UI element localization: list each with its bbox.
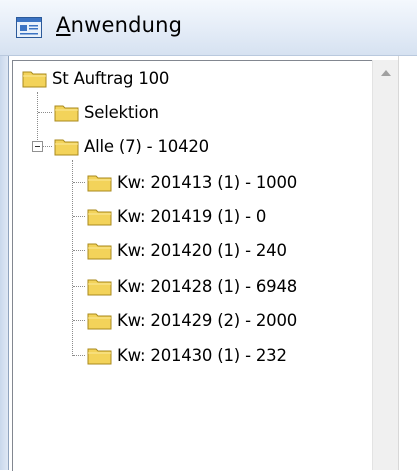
tree-node-kw[interactable]: Kw: 201420 (1) - 240 (87, 238, 287, 262)
tree-line (73, 250, 85, 251)
folder-icon (87, 175, 112, 192)
tree-node-alle[interactable]: Alle (7) - 10420 (54, 134, 209, 158)
tree-line (42, 146, 52, 147)
tree-node-kw[interactable]: Kw: 201413 (1) - 1000 (87, 170, 297, 194)
vertical-scrollbar[interactable] (372, 60, 399, 470)
tree-node-label: Kw: 201413 (1) - 1000 (117, 172, 298, 192)
tree-line (73, 320, 85, 321)
folder-icon (22, 71, 47, 88)
application-window-icon (16, 17, 42, 38)
tree-node-kw[interactable]: Kw: 201429 (2) - 2000 (87, 308, 297, 332)
tree-node-selektion[interactable]: Selektion (54, 100, 159, 124)
tree-line (73, 216, 85, 217)
scroll-up-arrow-icon[interactable] (381, 70, 391, 76)
folder-icon (87, 243, 112, 260)
tree-node-label: Selektion (84, 102, 159, 122)
folder-icon (87, 279, 112, 296)
tree-line (72, 160, 73, 356)
title-bar: Anwendung (0, 0, 417, 56)
tree-line (73, 182, 85, 183)
tree-node-label: Kw: 201420 (1) - 240 (117, 240, 287, 260)
folder-icon (54, 105, 79, 122)
tree-node-label: Kw: 201429 (2) - 2000 (117, 310, 298, 330)
window-left-edge (0, 0, 8, 470)
title-mnemonic: A (56, 13, 71, 37)
folder-icon (87, 348, 112, 365)
tree-node-label: Kw: 201428 (1) - 6948 (117, 276, 298, 296)
tree-node-kw[interactable]: Kw: 201428 (1) - 6948 (87, 274, 297, 298)
tree-line (73, 286, 85, 287)
folder-icon (87, 209, 112, 226)
collapse-minus-icon[interactable] (32, 141, 43, 152)
application-title[interactable]: Anwendung (56, 13, 182, 37)
tree-node-label: Kw: 201419 (1) - 0 (117, 206, 267, 226)
adjacent-panel-edge (398, 56, 417, 470)
tree-node-label: Kw: 201430 (1) - 232 (117, 345, 287, 365)
tree-node-kw[interactable]: Kw: 201430 (1) - 232 (87, 343, 287, 367)
tree-node-label: Alle (7) - 10420 (84, 136, 209, 156)
folder-icon (54, 139, 79, 156)
title-rest: nwendung (70, 13, 183, 37)
tree-node-label: St Auftrag 100 (52, 68, 170, 88)
tree-node-root[interactable]: St Auftrag 100 (22, 66, 169, 90)
tree-line (73, 355, 85, 356)
folder-icon (87, 313, 112, 330)
tree-line (38, 112, 52, 113)
tree-node-kw[interactable]: Kw: 201419 (1) - 0 (87, 204, 266, 228)
